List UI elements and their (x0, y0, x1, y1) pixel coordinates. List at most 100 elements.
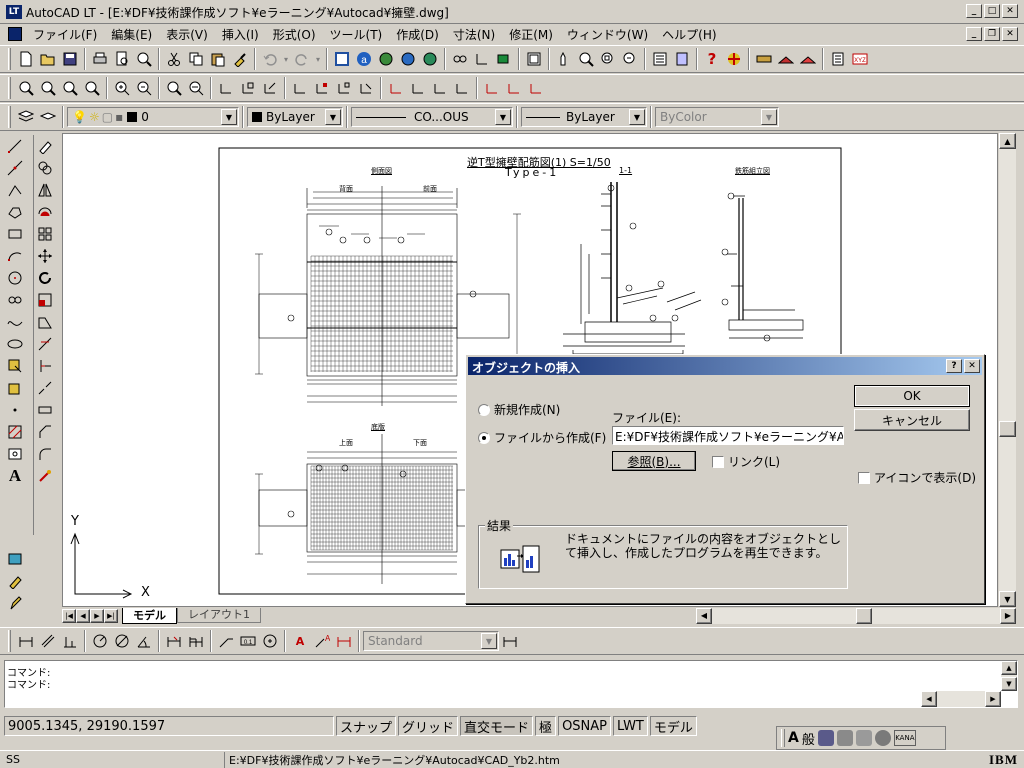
zoom-dynamic-icon[interactable] (37, 77, 59, 99)
link-checkbox-icon[interactable] (712, 455, 724, 468)
ime-dict-icon[interactable] (855, 730, 872, 746)
copy-object-icon[interactable] (34, 157, 56, 179)
ucs-y-icon[interactable] (407, 77, 429, 99)
icon-checkbox-icon[interactable] (858, 471, 870, 484)
command-scroll-right-icon[interactable]: ▶ (985, 691, 1001, 707)
vertical-scrollbar[interactable]: ▲ ▼ (999, 133, 1016, 607)
ucs-previous-icon[interactable] (355, 77, 377, 99)
link-checkbox[interactable]: リンク(L) (712, 453, 780, 470)
help-icon[interactable]: ? (701, 48, 723, 70)
ime-text[interactable]: 般 (802, 729, 815, 748)
display-as-icon-checkbox[interactable]: アイコンで表示(D) (858, 469, 976, 486)
horizontal-scrollbar[interactable]: ◀ ▶ (696, 607, 1016, 624)
tool-palettes-icon[interactable] (671, 48, 693, 70)
ime-grip-icon[interactable] (781, 729, 785, 747)
edit-props-icon[interactable] (4, 570, 26, 592)
publish-icon[interactable] (133, 48, 155, 70)
command-window[interactable]: コマンド: コマンド: ▲ ▼ ◀ ▶ (4, 660, 1018, 708)
break-at-point-icon[interactable] (34, 399, 56, 421)
layer-dropdown-icon[interactable]: ▼ (221, 109, 237, 125)
open-icon[interactable] (37, 48, 59, 70)
menu-insert[interactable]: 挿入(I) (215, 26, 266, 43)
arc-icon[interactable] (4, 245, 26, 267)
menu-modify[interactable]: 修正(M) (502, 26, 560, 43)
scale-icon[interactable] (34, 289, 56, 311)
lwt-toggle[interactable]: LWT (613, 716, 648, 736)
region-icon[interactable] (4, 443, 26, 465)
move-icon[interactable] (34, 245, 56, 267)
layer-state-2-icon[interactable] (775, 48, 797, 70)
dim-leader-icon[interactable] (215, 630, 237, 652)
polygon-icon[interactable] (4, 201, 26, 223)
dimstyle-select[interactable]: Standard ▼ (363, 631, 499, 651)
scroll-up-icon[interactable]: ▲ (999, 133, 1016, 149)
xyz-icon[interactable]: XYZ (849, 48, 871, 70)
rotate-icon[interactable] (34, 267, 56, 289)
rotate-y-icon[interactable] (503, 77, 525, 99)
ime-tool-icon[interactable] (817, 730, 834, 746)
layer-manager-icon[interactable] (15, 106, 37, 128)
file-path-input[interactable]: E:¥DF¥技術課作成ソフト¥eラーニング¥Autocad¥ (612, 426, 844, 445)
hatch-icon[interactable] (4, 421, 26, 443)
dim-quick-icon[interactable] (163, 630, 185, 652)
dim-diameter-icon[interactable] (111, 630, 133, 652)
command-scroll-left-icon[interactable]: ◀ (921, 691, 937, 707)
undo-icon[interactable] (259, 48, 281, 70)
dim-linear-icon[interactable] (15, 630, 37, 652)
ucs-x-icon[interactable] (385, 77, 407, 99)
construction-line-icon[interactable] (4, 157, 26, 179)
mtext-icon[interactable]: A (4, 465, 26, 487)
text-style-icon[interactable] (827, 48, 849, 70)
color-dropdown-icon[interactable]: ▼ (325, 109, 341, 125)
hyperlink-icon[interactable] (449, 48, 471, 70)
app-maximize-icon[interactable]: □ (984, 4, 1000, 18)
doc-close-icon[interactable]: ✕ (1002, 27, 1018, 41)
tab-first-icon[interactable]: |◀ (62, 608, 76, 623)
zoom-out-icon[interactable] (133, 77, 155, 99)
layer-previous-icon[interactable] (37, 106, 59, 128)
dialog-help-icon[interactable]: ? (946, 359, 962, 373)
radio-file-icon[interactable] (478, 431, 490, 444)
zoom-all-icon[interactable] (163, 77, 185, 99)
insert-block-icon[interactable] (4, 355, 26, 377)
dim-update-icon[interactable] (333, 630, 355, 652)
array-icon[interactable] (34, 223, 56, 245)
print-icon[interactable] (89, 48, 111, 70)
scroll-left-icon[interactable]: ◀ (696, 607, 712, 624)
dim-edit-icon[interactable]: A (289, 630, 311, 652)
ucs-z-icon[interactable] (429, 77, 451, 99)
redo-icon[interactable] (291, 48, 313, 70)
ime-pad-icon[interactable] (836, 730, 853, 746)
dim-text-edit-icon[interactable]: A (311, 630, 333, 652)
menu-help[interactable]: ヘルプ(H) (655, 26, 723, 43)
ucs-world-icon[interactable] (215, 77, 237, 99)
circle-icon[interactable] (4, 267, 26, 289)
doc-minimize-icon[interactable]: _ (966, 27, 982, 41)
zoom-window-icon[interactable] (597, 48, 619, 70)
command-scroll-up-icon[interactable]: ▲ (1001, 661, 1017, 675)
explode-icon[interactable] (34, 465, 56, 487)
coordinates-display[interactable]: 9005.1345, 29190.1597 (4, 716, 334, 736)
zoom-scale-icon[interactable] (59, 77, 81, 99)
save-icon[interactable] (59, 48, 81, 70)
menu-draw[interactable]: 作成(D) (389, 26, 446, 43)
zoom-in-icon[interactable] (111, 77, 133, 99)
command-scrollbar[interactable]: ▲ ▼ (1001, 661, 1017, 691)
menu-tools[interactable]: ツール(T) (323, 26, 390, 43)
layer-state-1-icon[interactable] (753, 48, 775, 70)
radio-create-new[interactable]: 新規作成(N) (478, 401, 560, 418)
tab-last-icon[interactable]: ▶| (104, 608, 118, 623)
copy-icon[interactable] (185, 48, 207, 70)
erase-icon[interactable] (34, 135, 56, 157)
zoom-window-2-icon[interactable] (15, 77, 37, 99)
menu-view[interactable]: 表示(V) (159, 26, 215, 43)
radio-new-icon[interactable] (478, 403, 490, 416)
tab-model[interactable]: モデル (122, 607, 177, 624)
polar-toggle[interactable]: 極 (535, 716, 557, 736)
menu-format[interactable]: 形式(O) (266, 26, 323, 43)
scroll-down-icon[interactable]: ▼ (999, 591, 1016, 607)
dim-angular-icon[interactable] (133, 630, 155, 652)
dim-ordinate-icon[interactable] (59, 630, 81, 652)
ok-button[interactable]: OK (854, 385, 970, 407)
lineweight-dropdown-icon[interactable]: ▼ (629, 109, 645, 125)
